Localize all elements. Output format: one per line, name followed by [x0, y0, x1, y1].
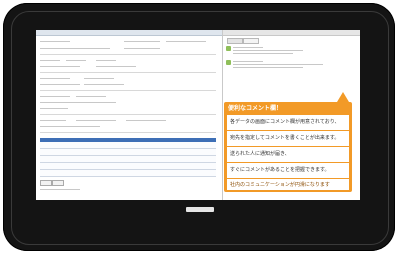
comment-line [233, 61, 263, 62]
field-line [96, 66, 136, 67]
field-line [40, 120, 66, 121]
field-line [76, 120, 116, 121]
table-action-button[interactable] [40, 180, 52, 186]
field-line [84, 84, 124, 85]
field-line [66, 60, 86, 61]
callout-line-text: 各データの画面にコメント欄が用意されており、 [230, 119, 340, 125]
field-line [76, 102, 116, 103]
divider [40, 90, 216, 91]
table-row[interactable] [40, 156, 216, 163]
field-line [40, 102, 80, 103]
callout-line: すぐにコメントがあることを把握できます。 [227, 163, 349, 178]
record-panel [36, 30, 223, 200]
field-line [124, 48, 160, 49]
callout-pointer [337, 92, 349, 102]
field-line [40, 48, 110, 49]
field-line [40, 84, 80, 85]
tab-history[interactable] [243, 38, 259, 44]
comment-line [233, 64, 323, 65]
comment-line [233, 53, 293, 54]
callout-line: 各データの画面にコメント欄が用意されており、 [227, 115, 349, 130]
field-line [40, 60, 60, 61]
home-button[interactable] [186, 207, 214, 212]
tab-comments[interactable] [227, 38, 243, 44]
comment-line [233, 50, 303, 51]
field-line [96, 60, 116, 61]
field-line [166, 41, 206, 42]
field-line [76, 96, 106, 97]
field-line [40, 108, 68, 109]
table-row[interactable] [40, 163, 216, 170]
callout-line-text: 社内のコミュニケーションが円滑になります [230, 182, 330, 188]
table-action-button[interactable] [52, 180, 64, 186]
field-line [40, 78, 70, 79]
divider [40, 54, 216, 55]
user-avatar [226, 60, 231, 65]
comment-line [233, 47, 263, 48]
field-line [40, 96, 70, 97]
feature-callout: 便利なコメント欄！ 各データの画面にコメント欄が用意されており、 宛先を指定して… [224, 92, 352, 192]
field-line [126, 120, 166, 121]
callout-line: 社内のコミュニケーションが円滑になります [227, 179, 349, 190]
callout-line-text: すぐにコメントがあることを把握できます。 [230, 167, 330, 173]
callout-line-text: 宛先を指定してコメントを書くことが出来ます。 [230, 135, 340, 141]
table-row[interactable] [40, 170, 216, 177]
user-avatar [226, 46, 231, 51]
divider [40, 132, 216, 133]
field-line [84, 78, 114, 79]
callout-line: 宛先を指定してコメントを書くことが出来ます。 [227, 131, 349, 146]
comment-line [233, 67, 303, 68]
comment-panel-header [223, 30, 360, 36]
table-row[interactable] [40, 142, 216, 149]
divider [40, 114, 216, 115]
callout-line: 送られた人に通知が届き、 [227, 147, 349, 162]
field-line [40, 66, 80, 67]
divider [40, 72, 216, 73]
field-line [40, 41, 70, 42]
table-row[interactable] [40, 149, 216, 156]
callout-line-text: 送られた人に通知が届き、 [230, 151, 290, 157]
field-line [124, 41, 160, 42]
record-toolbar [36, 30, 222, 36]
field-line [40, 126, 100, 127]
field-line [40, 189, 80, 190]
callout-title: 便利なコメント欄！ [228, 105, 283, 112]
